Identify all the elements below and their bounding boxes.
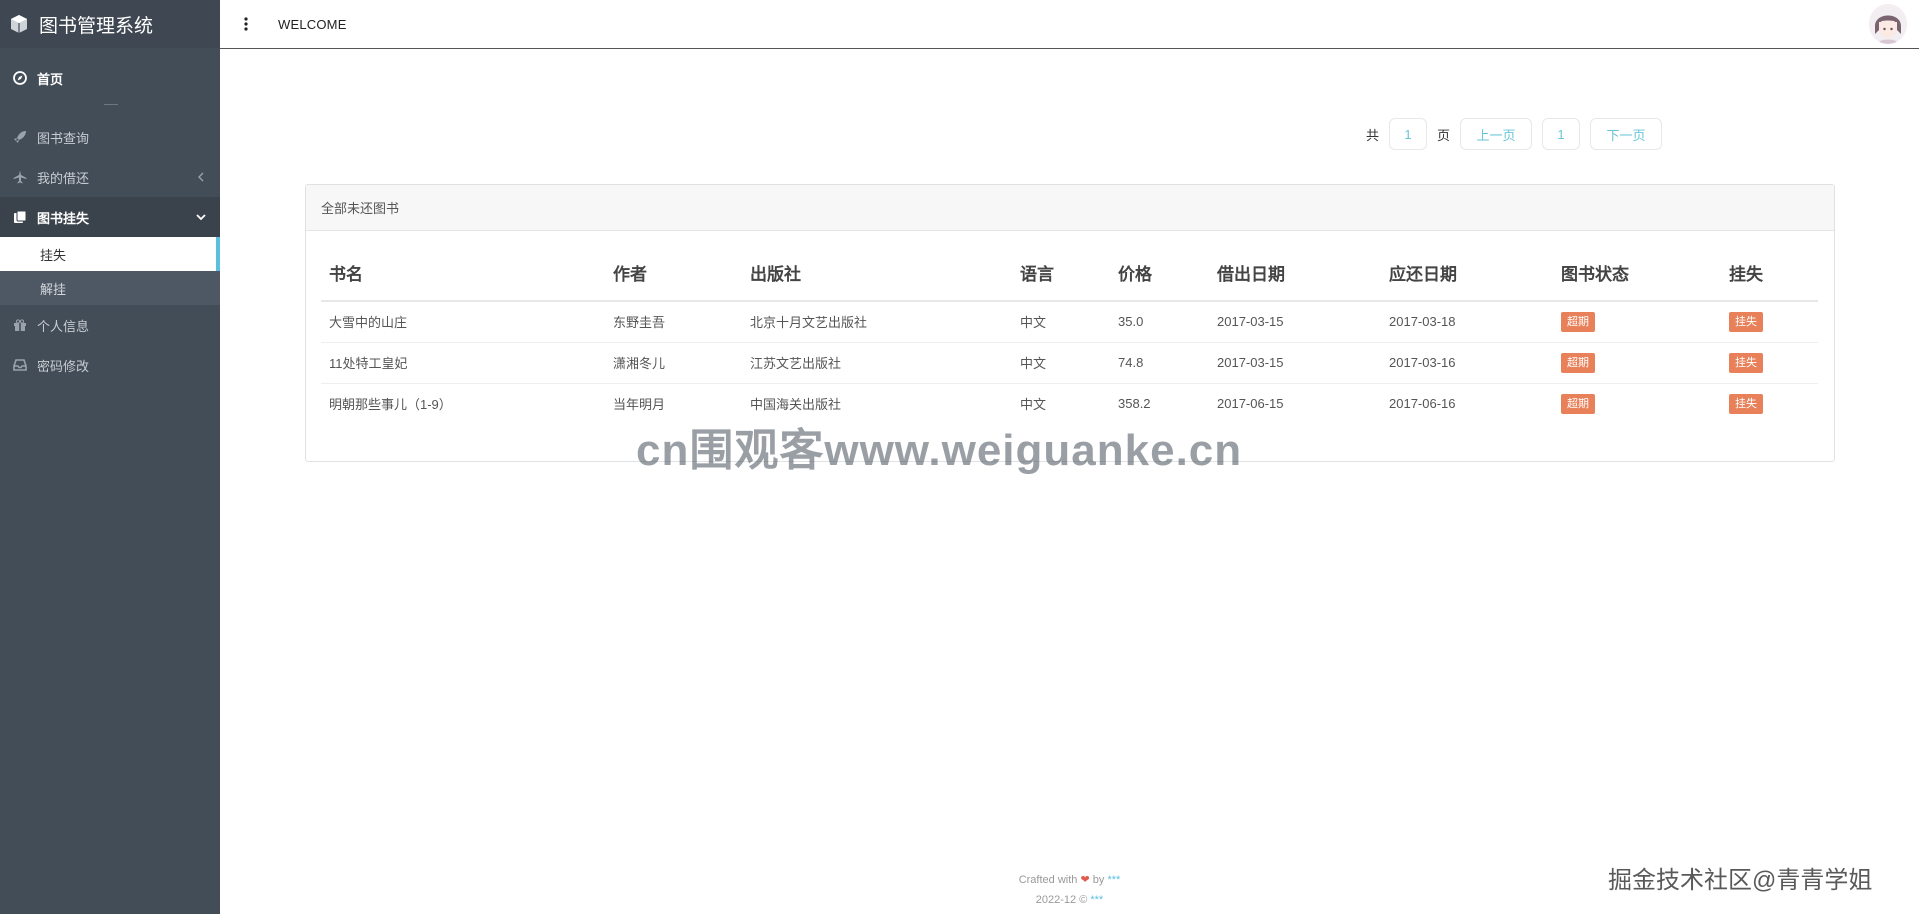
book-name: 明朝那些事儿（1-9） — [329, 397, 452, 413]
pager-total-suffix: 页 — [1437, 127, 1451, 143]
footer-line-2: 2022-12 © *** — [220, 890, 1919, 910]
borrow-date: 2017-03-15 — [1209, 301, 1381, 343]
page-title: WELCOME — [278, 16, 347, 32]
copy-icon — [12, 210, 27, 225]
report-lost-button[interactable]: 挂失 — [1729, 393, 1763, 414]
rocket-icon — [12, 130, 27, 145]
sidebar-item-label: 首页 — [37, 71, 64, 87]
panel-title: 全部未还图书 — [306, 185, 1834, 231]
plane-icon — [12, 170, 27, 185]
footer-date: 2022-12 © — [1035, 894, 1088, 906]
sidebar-item-label: 我的借还 — [37, 170, 90, 186]
book-price: 74.8 — [1110, 342, 1209, 384]
sidebar-item-label: 图书查询 — [37, 130, 90, 146]
footer: Crafted with ❤ by *** 2022-12 © *** — [220, 870, 1919, 910]
book-author: 东野圭吾 — [605, 301, 742, 343]
col-header: 价格 — [1110, 245, 1209, 302]
books-table: 书名 作者 出版社 语言 价格 借出日期 应还日期 图书状态 挂失 大雪中的山庄… — [321, 245, 1818, 424]
due-date: 2017-03-16 — [1381, 342, 1553, 384]
report-lost-button[interactable]: 挂失 — [1729, 311, 1763, 332]
footer-author-link[interactable]: *** — [1107, 874, 1120, 886]
book-price: 35.0 — [1110, 301, 1209, 343]
sidebar-item-label: 密码修改 — [37, 358, 90, 374]
compass-icon — [12, 71, 27, 86]
footer-crafted: Crafted with — [1018, 874, 1078, 886]
sidebar-subitem-report-lost[interactable]: 挂失 — [0, 237, 220, 271]
col-header: 出版社 — [742, 245, 1012, 302]
pagination: 共 1 页 上一页 1 下一页 — [1356, 118, 1663, 150]
watermark: cn围观客www.weiguanke.cn — [636, 426, 1243, 475]
sidebar-item-book-search[interactable]: 图书查询 — [0, 117, 220, 157]
sidebar-submenu: 挂失 解挂 — [0, 237, 220, 305]
gift-icon — [12, 318, 27, 333]
book-language: 中文 — [1012, 301, 1110, 343]
status-badge: 超期 — [1561, 352, 1595, 373]
book-language: 中文 — [1012, 342, 1110, 384]
current-page-button[interactable]: 1 — [1542, 118, 1581, 150]
borrow-date: 2017-03-15 — [1209, 342, 1381, 384]
avatar[interactable] — [1869, 4, 1907, 44]
sidebar: 图书管理系统 首页 图书查询 我的借还 图书挂失 挂失 解挂 个人信息 密码修改 — [0, 0, 220, 914]
table-row: 11处特工皇妃 潇湘冬儿 江苏文艺出版社 中文 74.8 2017-03-15 … — [321, 342, 1818, 384]
col-header: 借出日期 — [1209, 245, 1381, 302]
col-header: 图书状态 — [1553, 245, 1721, 302]
col-header: 作者 — [605, 245, 742, 302]
pager-total-prefix: 共 — [1366, 127, 1380, 143]
inbox-icon — [12, 358, 27, 373]
heart-icon: ❤ — [1080, 874, 1090, 886]
book-name: 11处特工皇妃 — [321, 342, 605, 384]
status-badge: 超期 — [1561, 393, 1595, 414]
sidebar-item-book-lost[interactable]: 图书挂失 — [0, 197, 220, 237]
sidebar-item-label: 个人信息 — [37, 318, 90, 334]
sidebar-subitem-cancel-lost[interactable]: 解挂 — [0, 271, 220, 305]
col-header: 应还日期 — [1381, 245, 1553, 302]
book-author: 潇湘冬儿 — [605, 342, 742, 384]
footer-by: by — [1092, 874, 1105, 886]
report-lost-button[interactable]: 挂失 — [1729, 352, 1763, 373]
book-name: 大雪中的山庄 — [321, 301, 605, 343]
sidebar-item-profile[interactable]: 个人信息 — [0, 305, 220, 345]
book-publisher: 北京十月文艺出版社 — [742, 301, 1012, 343]
sidebar-item-home[interactable]: 首页 — [0, 58, 220, 98]
due-date: 2017-06-16 — [1389, 396, 1456, 412]
col-header: 语言 — [1012, 245, 1110, 302]
book-publisher: 江苏文艺出版社 — [742, 342, 1012, 384]
prev-page-button[interactable]: 上一页 — [1460, 118, 1533, 150]
brand[interactable]: 图书管理系统 — [0, 0, 220, 48]
table-header-row: 书名 作者 出版社 语言 价格 借出日期 应还日期 图书状态 挂失 — [321, 245, 1818, 302]
cube-icon — [9, 14, 29, 34]
status-badge: 超期 — [1561, 311, 1595, 332]
next-page-button[interactable]: 下一页 — [1590, 118, 1663, 150]
chevron-down-icon — [196, 212, 206, 222]
due-date: 2017-03-18 — [1381, 301, 1553, 343]
col-header: 书名 — [321, 245, 605, 302]
sidebar-item-password[interactable]: 密码修改 — [0, 345, 220, 385]
col-header: 挂失 — [1721, 245, 1818, 302]
brand-title: 图书管理系统 — [39, 15, 154, 37]
pager-total-pages: 1 — [1389, 118, 1428, 150]
table-row: 大雪中的山庄 东野圭吾 北京十月文艺出版社 中文 35.0 2017-03-15… — [321, 301, 1818, 343]
footer-line-1: Crafted with ❤ by *** — [220, 870, 1919, 890]
footer-owner-link[interactable]: *** — [1090, 894, 1103, 906]
sidebar-item-my-borrow[interactable]: 我的借还 — [0, 157, 220, 197]
sidebar-divider — [104, 104, 118, 105]
sidebar-item-label: 图书挂失 — [37, 210, 90, 226]
chevron-left-icon — [196, 172, 206, 182]
top-header: WELCOME — [220, 0, 1919, 49]
menu-dots-icon[interactable] — [240, 16, 252, 32]
